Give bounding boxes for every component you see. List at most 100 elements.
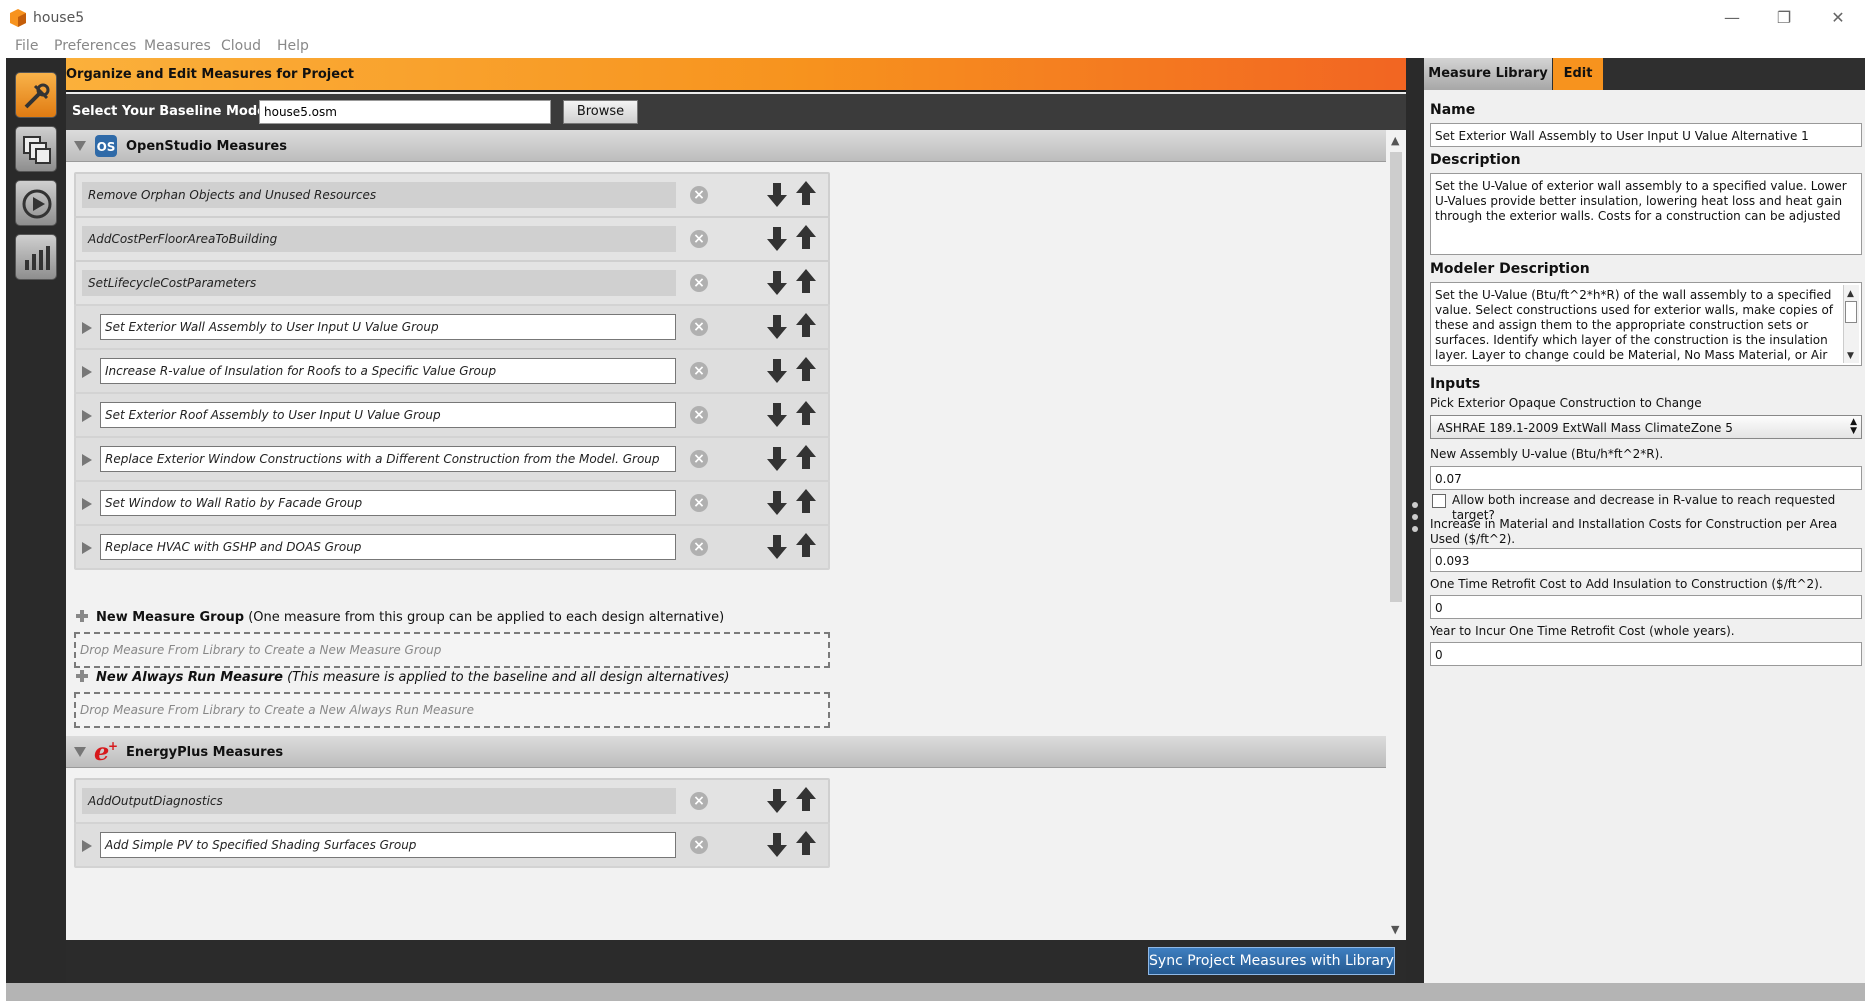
move-up-icon[interactable] (794, 355, 818, 383)
move-up-icon[interactable] (794, 267, 818, 295)
remove-icon[interactable]: × (690, 318, 708, 336)
scroll-down-icon[interactable]: ▼ (1847, 349, 1854, 364)
scrollbar-thumb[interactable] (1390, 152, 1402, 602)
expand-triangle-icon[interactable] (82, 366, 92, 378)
remove-icon[interactable]: × (690, 406, 708, 424)
expand-triangle-icon[interactable] (82, 322, 92, 334)
cost-input[interactable]: 0.093 (1430, 548, 1862, 572)
expand-triangle-icon[interactable] (82, 498, 92, 510)
measure-row[interactable]: Replace Exterior Window Constructions wi… (74, 436, 830, 482)
measure-name[interactable]: Replace Exterior Window Constructions wi… (100, 446, 676, 472)
design-alternatives-tab[interactable] (15, 126, 57, 172)
new-always-run-label[interactable]: New Always Run Measure (This measure is … (76, 670, 729, 685)
measure-row[interactable]: Replace HVAC with GSHP and DOAS Group × (74, 524, 830, 570)
menu-file[interactable]: File (15, 38, 38, 54)
menu-preferences[interactable]: Preferences (54, 38, 136, 54)
new-measure-group-label[interactable]: New Measure Group (One measure from this… (76, 610, 724, 625)
browse-button[interactable]: Browse (563, 100, 638, 124)
measure-row[interactable]: Set Window to Wall Ratio by Facade Group… (74, 480, 830, 526)
remove-icon[interactable]: × (690, 186, 708, 204)
remove-icon[interactable]: × (690, 836, 708, 854)
move-down-icon[interactable] (765, 225, 789, 253)
openstudio-section-header[interactable]: OS OpenStudio Measures (66, 130, 1386, 162)
move-down-icon[interactable] (765, 357, 789, 385)
measure-row[interactable]: Set Exterior Wall Assembly to User Input… (74, 304, 830, 350)
move-up-icon[interactable] (794, 179, 818, 207)
move-down-icon[interactable] (765, 181, 789, 209)
measure-row[interactable]: Add Simple PV to Specified Shading Surfa… (74, 822, 830, 868)
measure-row[interactable]: Increase R-value of Insulation for Roofs… (74, 348, 830, 394)
restore-button[interactable]: ❐ (1766, 6, 1802, 30)
modeler-description-field[interactable]: Set the U-Value (Btu/ft^2*h*R) of the wa… (1430, 282, 1862, 366)
remove-icon[interactable]: × (690, 792, 708, 810)
move-up-icon[interactable] (794, 443, 818, 471)
expand-triangle-icon[interactable] (82, 454, 92, 466)
construction-select[interactable]: ASHRAE 189.1-2009 ExtWall Mass ClimateZo… (1430, 415, 1862, 439)
expand-triangle-icon[interactable] (82, 542, 92, 554)
move-up-icon[interactable] (794, 829, 818, 857)
menu-measures[interactable]: Measures (144, 38, 211, 54)
energyplus-section-header[interactable]: e + EnergyPlus Measures (66, 736, 1386, 768)
measure-name-field[interactable]: Set Exterior Wall Assembly to User Input… (1430, 123, 1862, 147)
scroll-up-icon[interactable]: ▲ (1391, 134, 1399, 147)
measure-row[interactable]: SetLifecycleCostParameters × (74, 260, 830, 306)
move-down-icon[interactable] (765, 489, 789, 517)
scroll-up-icon[interactable]: ▲ (1847, 287, 1854, 302)
measure-name[interactable]: Set Exterior Wall Assembly to User Input… (100, 314, 676, 340)
new-always-run-drop-zone[interactable]: Drop Measure From Library to Create a Ne… (74, 692, 830, 728)
move-down-icon[interactable] (765, 445, 789, 473)
remove-icon[interactable]: × (690, 274, 708, 292)
measure-row[interactable]: AddCostPerFloorAreaToBuilding × (74, 216, 830, 262)
remove-icon[interactable]: × (690, 450, 708, 468)
move-down-icon[interactable] (765, 401, 789, 429)
retrofit-year-input[interactable]: 0 (1430, 642, 1862, 666)
allow-increase-decrease-checkbox[interactable] (1432, 494, 1446, 508)
measure-row[interactable]: AddOutputDiagnostics × (74, 778, 830, 824)
retrofit-cost-input[interactable]: 0 (1430, 595, 1862, 619)
remove-icon[interactable]: × (690, 494, 708, 512)
move-up-icon[interactable] (794, 487, 818, 515)
remove-icon[interactable]: × (690, 230, 708, 248)
close-window-button[interactable]: ✕ (1820, 6, 1856, 30)
move-down-icon[interactable] (765, 787, 789, 815)
new-group-drop-zone[interactable]: Drop Measure From Library to Create a Ne… (74, 632, 830, 668)
move-down-icon[interactable] (765, 831, 789, 859)
measure-name[interactable]: Increase R-value of Insulation for Roofs… (100, 358, 676, 384)
move-up-icon[interactable] (794, 399, 818, 427)
organize-measures-tab[interactable] (15, 72, 57, 118)
u-value-input[interactable]: 0.07 (1430, 466, 1862, 490)
expand-triangle-icon[interactable] (82, 410, 92, 422)
measure-name[interactable]: Set Exterior Roof Assembly to User Input… (100, 402, 676, 428)
measure-name[interactable]: Replace HVAC with GSHP and DOAS Group (100, 534, 676, 560)
move-up-icon[interactable] (794, 785, 818, 813)
measure-row[interactable]: Set Exterior Roof Assembly to User Input… (74, 392, 830, 438)
measure-name[interactable]: Set Window to Wall Ratio by Facade Group (100, 490, 676, 516)
scrollbar-thumb[interactable] (1845, 301, 1857, 323)
baseline-model-input[interactable]: house5.osm (259, 100, 551, 124)
vertical-scrollbar[interactable]: ▲ ▼ (1386, 130, 1406, 940)
scroll-down-icon[interactable]: ▼ (1391, 923, 1399, 936)
move-down-icon[interactable] (765, 533, 789, 561)
measure-name[interactable]: Add Simple PV to Specified Shading Surfa… (100, 832, 676, 858)
expand-triangle-icon[interactable] (82, 840, 92, 852)
sync-measures-button[interactable]: Sync Project Measures with Library (1148, 947, 1395, 975)
minimize-button[interactable]: — (1714, 6, 1750, 30)
move-down-icon[interactable] (765, 269, 789, 297)
remove-icon[interactable]: × (690, 362, 708, 380)
run-tab[interactable] (15, 180, 57, 226)
tab-edit[interactable]: Edit (1553, 58, 1603, 90)
modeler-scrollbar[interactable]: ▲ ▼ (1843, 285, 1859, 363)
tab-measure-library[interactable]: Measure Library (1424, 58, 1552, 90)
move-up-icon[interactable] (794, 311, 818, 339)
panel-splitter[interactable] (1406, 58, 1424, 983)
menu-cloud[interactable]: Cloud (221, 38, 261, 54)
collapse-triangle-icon[interactable] (74, 141, 86, 151)
move-down-icon[interactable] (765, 313, 789, 341)
results-tab[interactable] (15, 234, 57, 280)
move-up-icon[interactable] (794, 531, 818, 559)
remove-icon[interactable]: × (690, 538, 708, 556)
description-field[interactable]: Set the U-Value of exterior wall assembl… (1430, 173, 1862, 255)
measure-row[interactable]: Remove Orphan Objects and Unused Resourc… (74, 172, 830, 218)
collapse-triangle-icon[interactable] (74, 747, 86, 757)
menu-help[interactable]: Help (277, 38, 309, 54)
